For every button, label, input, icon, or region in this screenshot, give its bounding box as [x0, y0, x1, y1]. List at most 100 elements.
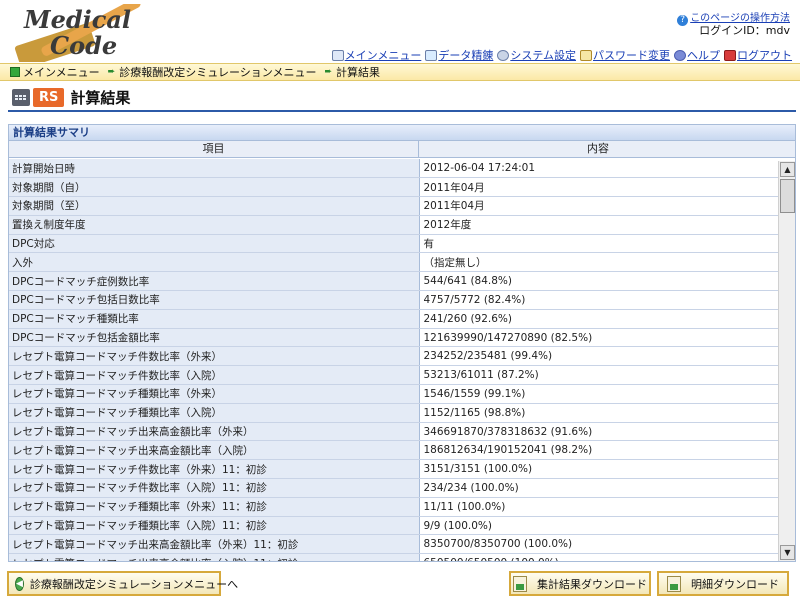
breadcrumb-simulation-menu[interactable]: 診療報酬改定シミュレーションメニュー	[119, 64, 316, 80]
column-header-content: 内容	[587, 142, 609, 155]
row-item-label: レセプト電算コードマッチ件数比率（外来）	[9, 346, 420, 367]
row-item-value: 2011年04月	[419, 196, 778, 216]
nav-data-refine-label: データ精錬	[438, 49, 494, 62]
back-button-label: 診療報酬改定シミュレーションメニューへ	[29, 577, 239, 591]
row-item-label: レセプト電算コードマッチ種類比率（入院）	[9, 403, 420, 423]
back-arrow-icon: ◀	[15, 576, 24, 591]
question-icon: ?	[677, 15, 689, 26]
table-row: DPCコードマッチ包括日数比率 4757/5772 (82.4%)	[9, 290, 778, 310]
lock-icon	[580, 49, 592, 61]
row-item-label: レセプト電算コードマッチ種類比率（外来）	[9, 384, 420, 404]
nav-help[interactable]: ヘルプ	[674, 47, 720, 63]
table-row: レセプト電算コードマッチ件数比率（入院） 53213/61011 (87.2%)	[9, 365, 778, 386]
logo-line2: Code	[50, 31, 117, 60]
menu-icon	[331, 49, 344, 61]
table-row: レセプト電算コードマッチ件数比率（入院）11：初診 234/234 (100.0%…	[9, 478, 778, 498]
row-item-value: 53213/61011 (87.2%)	[419, 365, 778, 386]
row-item-value: 1152/1165 (98.8%)	[419, 403, 778, 423]
nav-data-refine[interactable]: データ精錬	[425, 47, 493, 63]
row-item-value: 121639990/147270890 (82.5%)	[419, 328, 778, 348]
table-row: DPCコードマッチ包括金額比率 121639990/147270890 (82.5…	[9, 328, 778, 348]
table-row: レセプト電算コードマッチ種類比率（外来）11：初診 11/11 (100.0%)	[9, 497, 778, 517]
row-item-label: レセプト電算コードマッチ出来高金額比率（入院）	[9, 440, 420, 461]
data-icon	[425, 49, 438, 61]
nav-main-menu-label: メインメニュー	[344, 49, 422, 62]
detail-download-button[interactable]: 明細ダウンロード	[657, 571, 789, 596]
table-row: 計算開始日時 2012-06-04 17:24:01	[9, 159, 778, 179]
row-item-label: レセプト電算コードマッチ出来高金額比率（外来）	[9, 422, 420, 442]
row-item-label: レセプト電算コードマッチ出来高金額比率（外来）11：初診	[9, 534, 420, 555]
table-row: レセプト電算コードマッチ件数比率（外来） 234252/235481 (99.4%…	[9, 346, 778, 367]
row-item-label: DPC対応	[9, 234, 420, 254]
medical-code-logo: Medical Code	[6, 0, 166, 69]
summary-table: 計算開始日時 2012-06-04 17:24:01 対象期間（自） 2011年04月…	[9, 159, 778, 561]
breadcrumb-arrow-icon: ➨	[107, 67, 116, 77]
table-row: レセプト電算コードマッチ種類比率（入院） 1152/1165 (98.8%)	[9, 403, 778, 423]
summary-download-label: 集計結果ダウンロード	[537, 577, 647, 591]
row-item-label: レセプト電算コードマッチ種類比率（入院）11：初診	[9, 516, 420, 536]
detail-download-label: 明細ダウンロード	[691, 577, 779, 591]
nav-password-change-label: パスワード変更	[593, 49, 670, 62]
calculator-icon	[12, 89, 30, 106]
table-row: レセプト電算コードマッチ種類比率（入院）11：初診 9/9 (100.0%)	[9, 516, 778, 536]
logout-icon	[724, 49, 736, 61]
table-row: レセプト電算コードマッチ件数比率（外来）11：初診 3151/3151 (100.…	[9, 459, 778, 480]
back-to-simulation-menu-button[interactable]: ◀ 診療報酬改定シミュレーションメニューへ	[7, 571, 238, 596]
table-row: 入外 （指定無し）	[9, 252, 778, 273]
table-scrollbar[interactable]: ▲ ▼	[778, 161, 795, 561]
summary-download-button[interactable]: 集計結果ダウンロード	[509, 571, 651, 596]
settings-icon	[497, 49, 510, 61]
row-item-value: 3151/3151 (100.0%)	[419, 459, 778, 480]
row-item-label: 対象期間（至）	[9, 196, 420, 216]
row-item-label: DPCコードマッチ症例数比率	[9, 271, 420, 292]
breadcrumb-current: 計算結果	[336, 66, 380, 79]
summary-table-scroll-area[interactable]: 計算開始日時 2012-06-04 17:24:01 対象期間（自） 2011年04月…	[9, 159, 795, 561]
table-row: レセプト電算コードマッチ出来高金額比率（入院）11：初診650500/65050…	[9, 553, 778, 561]
row-item-value: 11/11 (100.0%)	[419, 497, 778, 517]
row-item-value: （指定無し）	[419, 252, 778, 273]
table-row: レセプト電算コードマッチ出来高金額比率（外来） 346691870/3783186…	[9, 422, 778, 442]
row-item-value: 8350700/8350700 (100.0%)	[419, 534, 778, 555]
nav-system-settings-label: システム設定	[510, 49, 576, 62]
row-item-value: 2011年04月	[419, 177, 778, 198]
logo-line1: Medical	[23, 5, 131, 34]
scroll-down-icon[interactable]: ▼	[780, 545, 795, 560]
row-item-value: 4757/5772 (82.4%)	[419, 290, 778, 310]
scroll-up-icon[interactable]: ▲	[780, 162, 795, 177]
row-item-label: レセプト電算コードマッチ出来高金額比率（入院）11：初診	[9, 553, 420, 561]
summary-section: 計算結果サマリ 項目 内容 計算開始日時 2012-06-04 17:24:01 対…	[8, 124, 796, 562]
nav-system-settings[interactable]: システム設定	[497, 47, 576, 63]
column-header-item: 項目	[9, 141, 419, 157]
table-row: DPCコードマッチ種類比率 241/260 (92.6%)	[9, 309, 778, 329]
nav-password-change[interactable]: パスワード変更	[580, 47, 670, 63]
row-item-value: 544/641 (84.8%)	[419, 271, 778, 292]
row-item-value: 1546/1559 (99.1%)	[419, 384, 778, 404]
breadcrumb-arrow-icon: ➨	[324, 67, 332, 77]
scroll-thumb[interactable]	[780, 179, 795, 213]
row-item-value: 有	[419, 234, 778, 254]
summary-table-header: 項目 内容	[9, 141, 795, 158]
login-id-label: ログインID：mdv	[699, 24, 790, 37]
nav-logout-label: ログアウト	[737, 49, 792, 62]
row-item-value: 346691870/378318632 (91.6%)	[419, 422, 778, 442]
row-item-label: 置換え制度年度	[9, 215, 420, 235]
row-item-value: 650500/650500 (100.0%)	[419, 553, 778, 561]
help-icon	[674, 49, 686, 61]
page-title-bar: RS 計算結果	[8, 85, 796, 112]
breadcrumb-main-menu[interactable]: メインメニュー	[23, 64, 100, 80]
row-item-label: 入外	[9, 252, 420, 273]
table-row: 対象期間（自） 2011年04月	[9, 177, 778, 198]
nav-help-label: ヘルプ	[687, 49, 720, 62]
summary-section-title: 計算結果サマリ	[9, 125, 795, 141]
table-row: レセプト電算コードマッチ出来高金額比率（入院） 186812634/1901520…	[9, 440, 778, 461]
row-item-value: 234/234 (100.0%)	[419, 478, 778, 498]
row-item-value: 234252/235481 (99.4%)	[419, 346, 778, 367]
nav-logout[interactable]: ログアウト	[724, 47, 792, 63]
row-item-label: DPCコードマッチ包括金額比率	[9, 328, 420, 348]
table-row: DPC対応有	[9, 234, 778, 254]
download-icon	[667, 575, 681, 592]
table-row: 置換え制度年度 2012年度	[9, 215, 778, 235]
download-icon	[513, 575, 527, 592]
nav-main-menu[interactable]: メインメニュー	[331, 47, 422, 63]
row-item-label: DPCコードマッチ種類比率	[9, 309, 420, 329]
